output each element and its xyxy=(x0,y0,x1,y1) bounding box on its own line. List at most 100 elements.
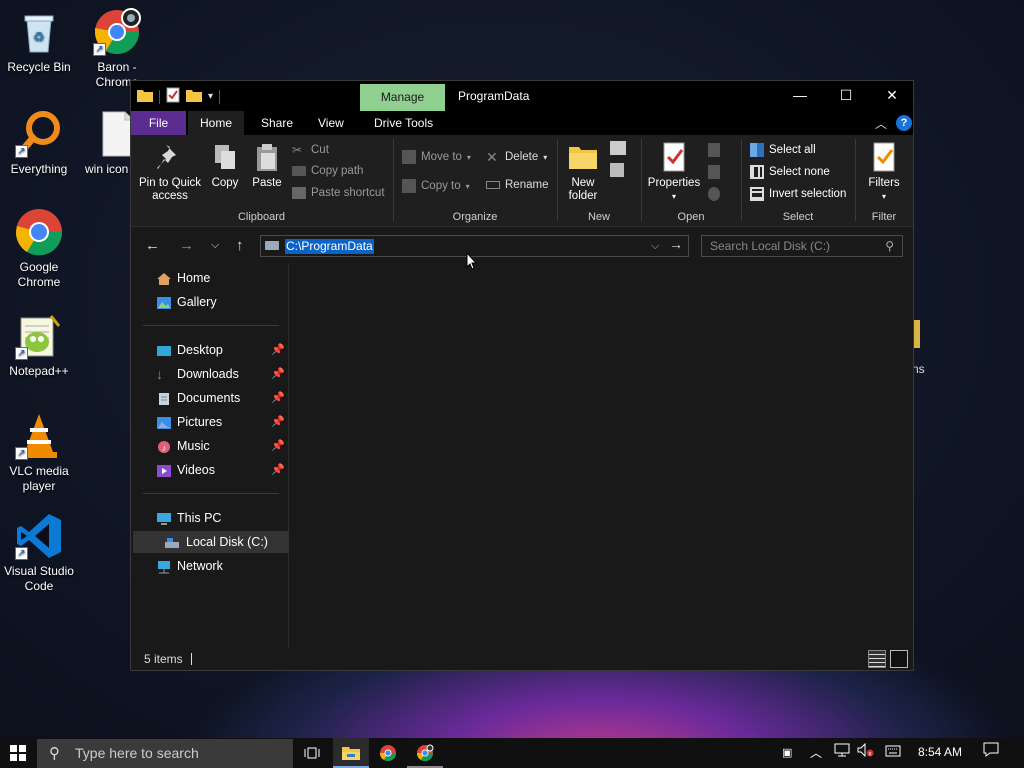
help-icon[interactable]: ? xyxy=(896,115,912,131)
qat-dropdown-icon[interactable]: ▾ xyxy=(208,91,213,102)
new-item-icon[interactable] xyxy=(610,141,626,155)
ribbon: Pin to Quick access Copy Paste ✂ Cut Cop… xyxy=(131,135,913,227)
tab-file[interactable]: File xyxy=(131,111,186,135)
back-arrow-icon[interactable]: ← xyxy=(145,237,160,254)
clock[interactable]: 8:54 AM xyxy=(918,745,962,759)
pin-icon[interactable]: 📌 xyxy=(271,411,285,433)
taskbar-chrome-profile[interactable] xyxy=(407,738,443,768)
nav-item-videos[interactable]: Videos 📌 xyxy=(131,459,287,481)
tab-drive-tools[interactable]: Drive Tools xyxy=(362,111,445,135)
pin-to-quick-access-button[interactable]: Pin to Quick access xyxy=(135,141,205,203)
nav-item-desktop[interactable]: Desktop 📌 xyxy=(131,339,287,361)
desktop-icon-recycle-bin[interactable]: ♻ Recycle Bin xyxy=(1,8,77,75)
file-list-area[interactable] xyxy=(290,263,913,650)
taskbar-file-explorer[interactable] xyxy=(333,738,369,768)
videos-icon xyxy=(156,463,172,477)
new-folder-button[interactable]: New folder xyxy=(562,141,604,203)
pin-icon[interactable]: 📌 xyxy=(271,387,285,409)
desktop-icon xyxy=(156,343,172,357)
open-icon[interactable] xyxy=(708,143,720,157)
search-input[interactable]: Search Local Disk (C:) ⚲ xyxy=(701,235,903,257)
taskbar-chrome[interactable] xyxy=(370,738,406,768)
ribbon-group-filter: Filters ▾ Filter xyxy=(856,135,912,227)
collapse-ribbon-icon[interactable]: ︿ xyxy=(875,115,887,132)
chevron-down-icon: ▾ xyxy=(466,152,471,162)
network-status-icon[interactable] xyxy=(833,738,851,768)
easy-access-icon[interactable] xyxy=(610,163,624,177)
paste-button[interactable]: Paste xyxy=(247,141,287,190)
pin-icon[interactable]: 📌 xyxy=(271,363,285,385)
select-all-button[interactable]: Select all xyxy=(750,143,816,157)
copy-to-button[interactable]: Copy to ▾ xyxy=(402,179,470,193)
title-bar[interactable]: ▾ Manage ProgramData — ☐ ✕ xyxy=(131,81,913,111)
invert-selection-icon xyxy=(750,187,764,201)
properties-button[interactable]: Properties ▾ xyxy=(644,141,704,203)
desktop-icon-baron-chrome[interactable]: ↗ Baron - Chrome xyxy=(79,8,155,90)
task-view-button[interactable] xyxy=(294,738,330,768)
nav-item-documents[interactable]: Documents 📌 xyxy=(131,387,287,409)
filters-button[interactable]: Filters ▾ xyxy=(860,141,908,203)
address-dropdown-icon[interactable]: ⌵ xyxy=(651,240,659,253)
new-folder-icon[interactable] xyxy=(186,88,202,105)
paste-shortcut-button[interactable]: Paste shortcut xyxy=(292,187,385,199)
nav-item-pictures[interactable]: Pictures 📌 xyxy=(131,411,287,433)
large-icons-view-button[interactable] xyxy=(890,650,908,668)
rename-button[interactable]: Rename xyxy=(486,179,548,191)
nav-item-downloads[interactable]: ↓ Downloads 📌 xyxy=(131,363,287,385)
forward-arrow-icon[interactable]: → xyxy=(179,237,194,254)
pin-icon[interactable]: 📌 xyxy=(271,339,285,361)
pin-icon[interactable]: 📌 xyxy=(271,435,285,457)
desktop-icon-vscode[interactable]: ↗ Visual Studio Code xyxy=(1,512,77,594)
close-button[interactable]: ✕ xyxy=(869,81,915,111)
nav-item-this-pc[interactable]: This PC xyxy=(131,507,287,529)
nav-item-gallery[interactable]: Gallery xyxy=(131,291,287,313)
up-arrow-icon[interactable]: ↑ xyxy=(236,237,244,254)
nav-divider xyxy=(143,493,279,494)
paste-shortcut-icon xyxy=(292,187,306,199)
delete-label: Delete xyxy=(505,151,539,163)
cut-button[interactable]: ✂ Cut xyxy=(292,143,329,157)
delete-button[interactable]: ✕ Delete ▾ xyxy=(486,150,547,164)
desktop-icon-vlc[interactable]: ↗ VLC media player xyxy=(1,412,77,494)
invert-selection-button[interactable]: Invert selection xyxy=(750,187,846,201)
move-to-button[interactable]: Move to ▾ xyxy=(402,150,471,164)
tray-app-icon[interactable]: ▣ xyxy=(782,738,792,768)
start-button[interactable] xyxy=(0,738,36,768)
taskbar-search-placeholder: Type here to search xyxy=(75,745,199,761)
navigation-pane: Home Gallery Desktop 📌 ↓ Downloads 📌 Doc… xyxy=(131,263,289,650)
drive-icon xyxy=(164,535,180,549)
select-none-button[interactable]: Select none xyxy=(750,165,830,179)
volume-muted-icon[interactable]: x xyxy=(857,738,875,768)
desktop-icon-everything[interactable]: ↗ Everything xyxy=(1,110,77,177)
properties-check-icon[interactable] xyxy=(166,87,180,106)
minimize-button[interactable]: — xyxy=(777,81,823,111)
nav-label: Desktop xyxy=(177,343,223,357)
copy-path-button[interactable]: Copy path xyxy=(292,165,363,177)
maximize-button[interactable]: ☐ xyxy=(823,81,869,111)
task-view-icon xyxy=(304,747,320,759)
desktop-icon-google-chrome[interactable]: Google Chrome xyxy=(1,208,77,290)
shortcut-arrow-icon: ↗ xyxy=(15,145,28,158)
desktop-icon-notepadpp[interactable]: ↗ Notepad++ xyxy=(1,312,77,379)
tab-view[interactable]: View xyxy=(306,111,356,135)
chevron-down-icon: ▾ xyxy=(465,181,470,191)
folder-icon[interactable] xyxy=(137,88,153,105)
nav-item-home[interactable]: Home xyxy=(131,267,287,289)
nav-item-music[interactable]: ♪ Music 📌 xyxy=(131,435,287,457)
nav-item-network[interactable]: Network xyxy=(131,555,287,577)
tab-manage[interactable]: Manage xyxy=(360,84,445,111)
copy-button[interactable]: Copy xyxy=(205,141,245,190)
notification-center-icon[interactable] xyxy=(982,738,1000,768)
go-arrow-icon[interactable]: → xyxy=(669,236,683,252)
edit-icon[interactable] xyxy=(708,165,720,179)
taskbar-search-box[interactable]: ⚲ Type here to search xyxy=(37,739,293,768)
details-view-button[interactable] xyxy=(868,650,886,668)
show-hidden-icons-chevron-icon[interactable]: ︿ xyxy=(810,738,822,768)
tab-share[interactable]: Share xyxy=(249,111,305,135)
tab-home[interactable]: Home xyxy=(188,111,244,135)
pin-icon[interactable]: 📌 xyxy=(271,459,285,481)
keyboard-icon[interactable] xyxy=(885,738,901,768)
recent-locations-chevron-icon[interactable]: ⌵ xyxy=(211,239,219,252)
nav-item-local-disk[interactable]: Local Disk (C:) xyxy=(133,531,289,553)
history-icon[interactable] xyxy=(708,187,720,201)
